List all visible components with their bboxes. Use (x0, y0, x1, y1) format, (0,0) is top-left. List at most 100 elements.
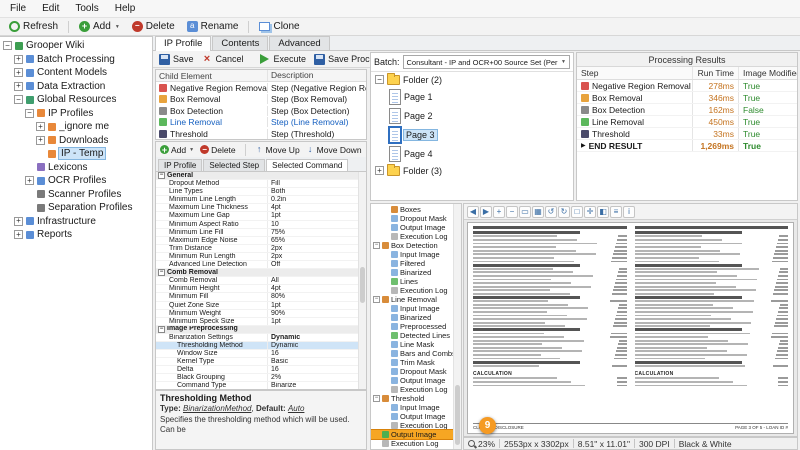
property-value[interactable]: 2px (268, 245, 366, 252)
zoom-in-icon[interactable]: + (493, 206, 505, 218)
property-row-maximum-line-gap[interactable]: Maximum Line Gap1pt (156, 212, 366, 220)
clone-button[interactable]: Clone (254, 20, 304, 33)
execute-button[interactable]: Execute (257, 53, 310, 65)
nav-item-global-resources[interactable]: −Global Resources (0, 93, 152, 107)
expander-icon[interactable]: − (373, 395, 380, 402)
diagnostic-item-line-mask[interactable]: Line Mask (371, 340, 461, 349)
property-value[interactable]: 1pt (268, 318, 366, 325)
property-row-minimum-weight[interactable]: Minimum Weight90% (156, 310, 366, 318)
expander-icon[interactable]: + (36, 136, 45, 145)
diagnostic-item-box-detection[interactable]: −Box Detection (371, 241, 461, 250)
menu-item-file[interactable]: File (2, 1, 34, 16)
property-value[interactable]: Basic (268, 358, 366, 365)
property-value[interactable]: 75% (268, 229, 366, 236)
expander-icon[interactable]: + (14, 55, 23, 64)
menu-item-edit[interactable]: Edit (34, 1, 67, 16)
nav-item-reports[interactable]: +Reports (0, 228, 152, 242)
batch-page-page-1[interactable]: Page 1 (371, 87, 573, 106)
nav-item-ignore-me[interactable]: +_ignore me (0, 120, 152, 134)
collapse-icon[interactable]: − (158, 269, 165, 276)
diagnostic-item-execution-log[interactable]: Execution Log (371, 421, 461, 430)
expander-icon[interactable]: + (14, 217, 23, 226)
nav-item-grooper-wiki[interactable]: −Grooper Wiki (0, 39, 152, 53)
diagnostic-item-output-image[interactable]: Output Image (371, 223, 461, 232)
property-value[interactable]: 65% (268, 237, 366, 244)
fit-page-icon[interactable]: ▦ (532, 206, 544, 218)
batch-page-page-2[interactable]: Page 2 (371, 106, 573, 125)
diagnostic-item-execution-log[interactable]: Execution Log (371, 286, 461, 295)
child-row-negative-region-removal[interactable]: Negative Region RemovalStep (Negative Re… (156, 82, 366, 94)
property-value[interactable]: All (268, 277, 366, 284)
invert-icon[interactable]: ◧ (597, 206, 609, 218)
diagnostic-item-bars-and-combs[interactable]: Bars and Combs (371, 349, 461, 358)
diagnostic-item-boxes[interactable]: Boxes (371, 205, 461, 214)
property-row-dropout-method[interactable]: Dropout MethodFill (156, 180, 366, 188)
property-row-maximum-edge-noise[interactable]: Maximum Edge Noise65% (156, 237, 366, 245)
rename-button[interactable]: Rename (182, 20, 244, 33)
pan-icon[interactable]: ✛ (584, 206, 596, 218)
child-row-box-detection[interactable]: Box DetectionStep (Box Detection) (156, 105, 366, 117)
diagnostic-item-trim-mask[interactable]: Trim Mask (371, 358, 461, 367)
move-down-button[interactable]: Move Down (306, 145, 362, 155)
diagnostic-item-input-image[interactable]: Input Image (371, 403, 461, 412)
property-value[interactable]: 0.2in (268, 196, 366, 203)
step-tab-selected-command[interactable]: Selected Command (266, 159, 348, 171)
nav-item-downloads[interactable]: +Downloads (0, 134, 152, 148)
property-category-image-preprocessing[interactable]: −Image Preprocessing (156, 326, 366, 334)
rotate-right-icon[interactable]: ↻ (558, 206, 570, 218)
diagnostic-item-threshold[interactable]: −Threshold (371, 394, 461, 403)
diagnostic-item-filtered[interactable]: Filtered (371, 259, 461, 268)
property-row-quiet-zone-size[interactable]: Quiet Zone Size1pt (156, 302, 366, 310)
info-icon[interactable]: i (623, 206, 635, 218)
scrollbar-thumb[interactable] (455, 385, 460, 445)
add-button[interactable]: Add▼ (160, 145, 194, 155)
property-row-minimum-height[interactable]: Minimum Height4pt (156, 285, 366, 293)
diagnostic-item-execution-log[interactable]: Execution Log (371, 439, 461, 448)
diagnostic-item-binarized[interactable]: Binarized (371, 268, 461, 277)
property-row-minimum-aspect-ratio[interactable]: Minimum Aspect Ratio10 (156, 221, 366, 229)
save-processed-page-button[interactable]: Save Processed Page (311, 53, 370, 66)
property-value[interactable]: Dynamic (268, 342, 366, 349)
next-page-icon[interactable]: ▶ (480, 206, 492, 218)
diagnostic-item-output-image[interactable]: Output Image (371, 412, 461, 421)
diagnostic-item-preprocessed[interactable]: Preprocessed (371, 322, 461, 331)
property-value[interactable]: 10 (268, 221, 366, 228)
property-row-command-type[interactable]: Command TypeBinarize (156, 382, 366, 390)
batch-page-page-4[interactable]: Page 4 (371, 144, 573, 163)
zoom-out-icon[interactable]: − (506, 206, 518, 218)
collapse-icon[interactable]: − (158, 326, 165, 333)
property-row-window-size[interactable]: Window Size16 (156, 350, 366, 358)
diagnostic-item-lines[interactable]: Lines (371, 277, 461, 286)
scrollbar-thumb[interactable] (360, 267, 365, 303)
result-row-threshold[interactable]: Threshold33msTrue (577, 128, 797, 140)
delete-button[interactable]: Delete (200, 145, 236, 155)
result-row-box-removal[interactable]: Box Removal346msTrue (577, 92, 797, 104)
expander-icon[interactable]: − (14, 95, 23, 104)
expander-icon[interactable]: − (373, 296, 380, 303)
step-tab-ip-profile[interactable]: IP Profile (158, 159, 202, 171)
diagnostic-item-input-image[interactable]: Input Image (371, 250, 461, 259)
property-category-comb-removal[interactable]: −Comb Removal (156, 269, 366, 277)
result-row-box-detection[interactable]: Box Detection162msFalse (577, 104, 797, 116)
expander-icon[interactable]: + (14, 68, 23, 77)
child-row-box-removal[interactable]: Box RemovalStep (Box Removal) (156, 94, 366, 106)
menu-item-help[interactable]: Help (107, 1, 144, 16)
nav-item-lexicons[interactable]: Lexicons (0, 161, 152, 175)
child-row-threshold[interactable]: ThresholdStep (Threshold) (156, 128, 366, 140)
nav-item-batch-processing[interactable]: +Batch Processing (0, 53, 152, 67)
step-tab-selected-step[interactable]: Selected Step (203, 159, 265, 171)
expander-icon[interactable]: − (373, 242, 380, 249)
result-row-line-removal[interactable]: Line Removal450msTrue (577, 116, 797, 128)
diagnostic-item-dropout-mask[interactable]: Dropout Mask (371, 214, 461, 223)
diagnostic-item-binarized[interactable]: Binarized (371, 313, 461, 322)
move-up-button[interactable]: Move Up (255, 145, 300, 155)
nav-item-content-models[interactable]: +Content Models (0, 66, 152, 80)
diagnostic-item-execution-log[interactable]: Execution Log (371, 385, 461, 394)
property-row-kernel-type[interactable]: Kernel TypeBasic (156, 358, 366, 366)
save-button[interactable]: Save (156, 53, 197, 66)
expander-icon[interactable]: + (375, 166, 384, 175)
property-row-minimum-fill[interactable]: Minimum Fill80% (156, 293, 366, 301)
property-row-binarization-settings[interactable]: Binarization SettingsDynamic (156, 334, 366, 342)
nav-item-ip-profiles[interactable]: −IP Profiles (0, 107, 152, 121)
nav-item-ocr-profiles[interactable]: +OCR Profiles (0, 174, 152, 188)
